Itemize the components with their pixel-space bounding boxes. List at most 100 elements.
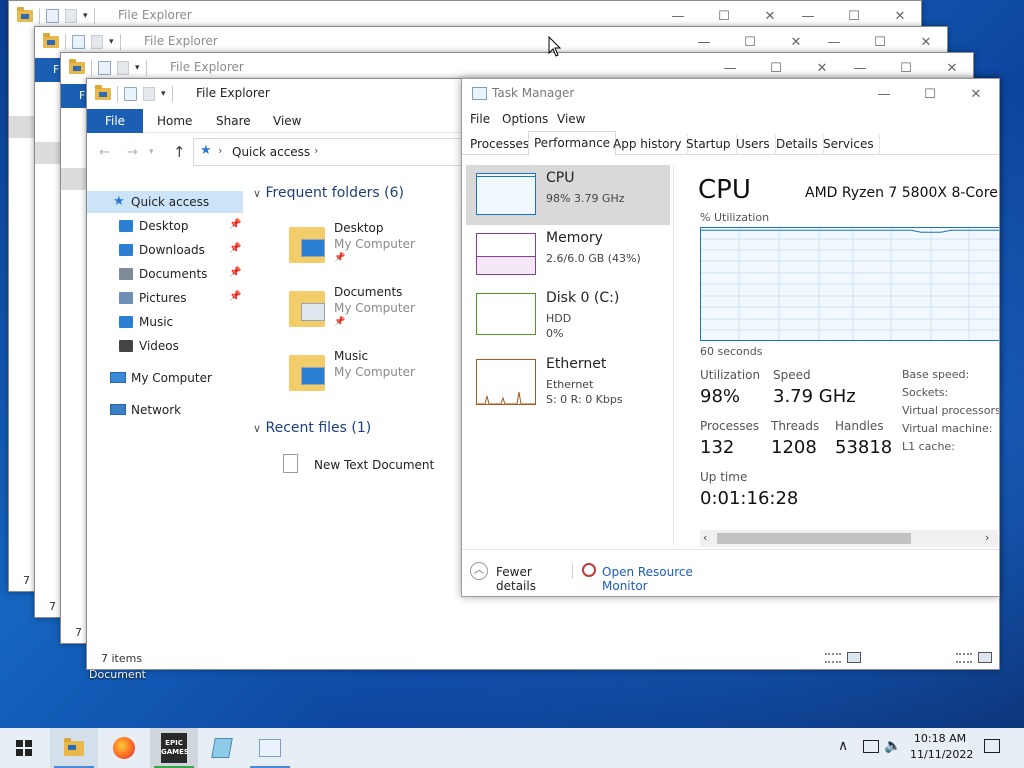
resource-detail: 2.6/6.0 GB (43%) [546,252,641,265]
pin-icon[interactable]: 📌 [229,291,241,302]
folder-location: My Computer [334,365,415,379]
tab-processes[interactable]: Processes [465,134,536,155]
cpu-detail-label: Virtual machine: [902,422,993,435]
network-icon[interactable] [863,740,879,753]
menu-options[interactable]: Options [502,112,548,126]
resource-item-ethernet[interactable]: Ethernet Ethernet S: 0 R: 0 Kbps [466,351,670,411]
file-tab[interactable]: F [61,84,87,108]
file-tab[interactable]: File [87,109,143,133]
resource-item-cpu[interactable]: CPU 98% 3.79 GHz [466,165,670,225]
chevron-down-icon[interactable]: ▾ [109,37,114,47]
details-view-button[interactable] [956,653,972,663]
scrollbar-thumb[interactable] [717,533,911,544]
tab-services[interactable]: Services [818,134,880,155]
tab-home[interactable]: Home [157,114,192,128]
pin-icon[interactable]: 📌 [229,267,241,278]
forward-button[interactable]: → [127,145,138,160]
documents-icon [119,268,133,280]
properties-icon[interactable] [72,35,85,49]
cpu-model: AMD Ryzen 7 5800X 8-Core [805,185,998,201]
resource-name: CPU [546,170,575,186]
cpu-mini-graph [476,173,536,215]
sidebar-item-documents[interactable]: Documents 📌 [87,263,243,285]
properties-icon[interactable] [98,61,111,75]
tab-details[interactable]: Details [771,134,824,155]
folder-location: My Computer [334,301,415,315]
list-item[interactable]: New Text Document [283,453,483,475]
pin-icon[interactable]: 📌 [229,219,241,230]
new-folder-icon[interactable] [117,61,129,75]
pin-icon: 📌 [334,253,346,263]
text-file-icon [283,454,298,473]
threads-label: Threads [771,419,820,433]
new-folder-icon[interactable] [65,9,77,23]
sidebar-item-pictures[interactable]: Pictures 📌 [87,287,243,309]
window-title: Task Manager [492,86,575,100]
menu-view[interactable]: View [557,112,585,126]
back-button[interactable]: ← [99,145,110,160]
taskbar-firefox[interactable] [100,728,148,768]
details-view-button[interactable] [825,653,841,663]
resource-item-memory[interactable]: Memory 2.6/6.0 GB (43%) [466,225,670,285]
volume-icon[interactable]: 🔈 [884,738,901,754]
large-icons-view-button[interactable] [978,652,992,663]
tab-startup[interactable]: Startup [681,134,737,155]
pictures-icon [119,292,133,304]
tab-app-history[interactable]: App history [608,134,688,155]
nav-quick-access[interactable]: ★ Quick access [87,191,243,213]
start-button[interactable] [0,728,48,768]
notification-icon[interactable] [984,739,1000,753]
menu-file[interactable]: File [470,112,490,126]
properties-icon[interactable] [124,87,137,101]
cpu-detail-label: Sockets: [902,386,949,399]
recent-locations-button[interactable]: ▾ [149,147,154,157]
task-manager-window[interactable]: Task Manager — ☐ ✕ File Options View Pro… [461,78,1000,597]
close-button[interactable]: ✕ [953,79,999,109]
taskbar-task-manager[interactable] [246,728,294,768]
chevron-down-icon[interactable]: ▾ [161,89,166,99]
new-folder-icon[interactable] [143,87,155,101]
taskbar-file-explorer[interactable] [50,728,98,768]
chevron-down-icon[interactable]: ▾ [135,63,140,73]
sidebar-item-downloads[interactable]: Downloads 📌 [87,239,243,261]
clock[interactable]: 10:18 AM 11/11/2022 [910,731,973,763]
chevron-down-icon[interactable]: ▾ [83,11,88,21]
resource-item-disk[interactable]: Disk 0 (C:) HDD 0% [466,285,670,345]
fewer-details-button[interactable]: ︿ Fewer details [470,561,570,593]
sidebar-item-videos[interactable]: Videos [87,335,243,357]
memory-mini-graph [476,233,536,275]
folder-icon [95,85,111,100]
horizontal-scrollbar[interactable]: ‹ › [700,530,998,547]
recent-files-header[interactable]: ∨ Recent files (1) [253,420,371,436]
file-tab[interactable]: F [35,58,61,82]
nav-my-computer[interactable]: My Computer [107,367,243,389]
up-button[interactable]: ↑ [173,143,186,161]
open-resource-monitor-link[interactable]: Open Resource Monitor [580,561,740,593]
new-folder-icon[interactable] [91,35,103,49]
sidebar-item-desktop[interactable]: Desktop 📌 [87,215,243,237]
chevron-up-icon[interactable]: ∧ [838,738,848,754]
cpu-detail-label: L1 cache: [902,440,955,453]
window-title: File Explorer [144,34,218,48]
sidebar-item-music[interactable]: Music [87,311,243,333]
taskbar-epic-games[interactable]: EPIC GAMES [150,728,198,768]
chevron-left-icon[interactable]: ‹ [703,531,707,544]
address-bar[interactable]: ★ › Quick access › [193,138,473,166]
chevron-right-icon[interactable]: › [985,531,989,544]
tab-share[interactable]: Share [216,114,251,128]
tab-performance[interactable]: Performance [528,131,617,156]
nav-network[interactable]: Network [107,399,243,421]
minimize-button[interactable]: — [861,79,907,109]
frequent-folders-header[interactable]: ∨ Frequent folders (6) [253,185,404,201]
resource-name: Disk 0 (C:) [546,290,620,306]
graph-label: % Utilization [700,211,770,224]
taskbar-notepad[interactable] [198,728,246,768]
large-icons-view-button[interactable] [847,652,861,663]
pin-icon[interactable]: 📌 [229,243,241,254]
properties-icon[interactable] [46,9,59,23]
maximize-button[interactable]: ☐ [907,79,953,109]
nav-label: My Computer [131,371,212,385]
tab-view[interactable]: View [273,114,301,128]
processes-value: 132 [700,437,735,458]
tab-users[interactable]: Users [731,134,776,155]
